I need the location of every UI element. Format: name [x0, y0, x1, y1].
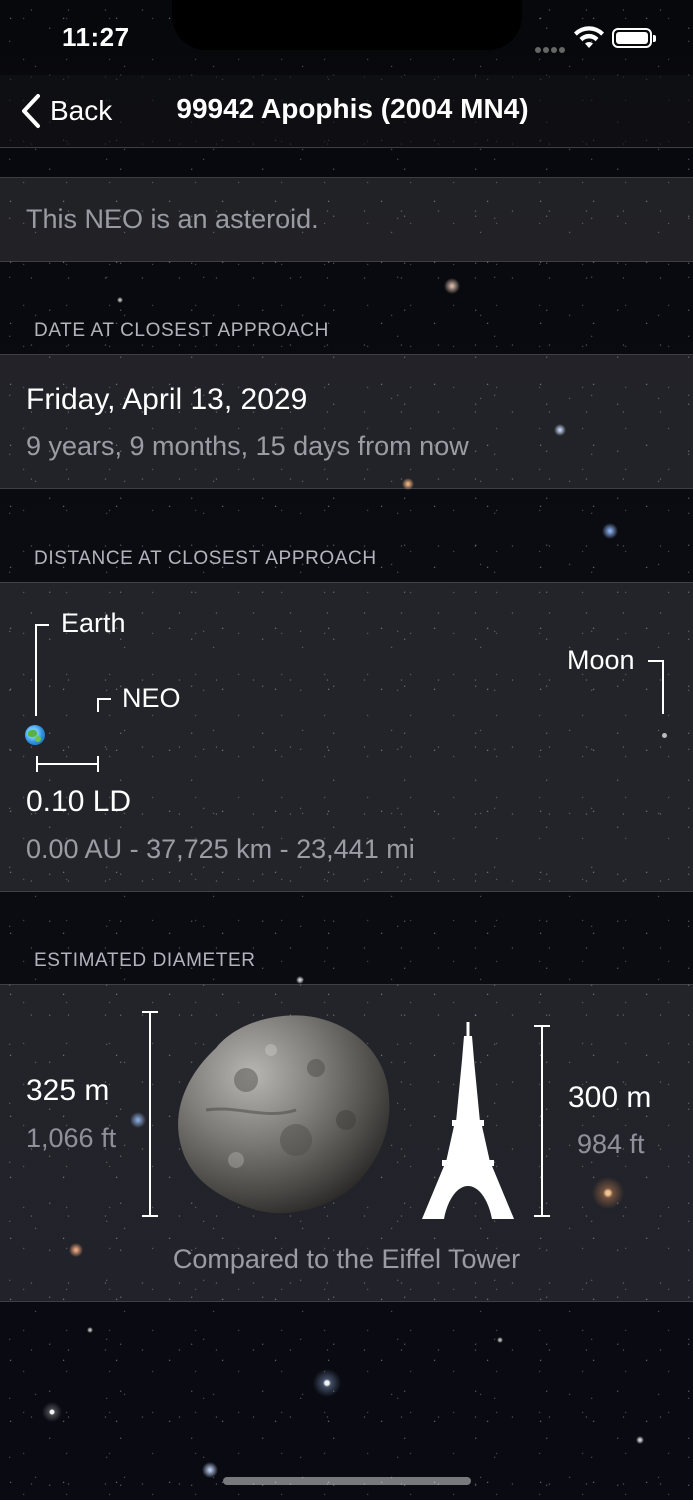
neo-marker-tick [97, 698, 111, 700]
tower-size-bar [541, 1025, 543, 1217]
distance-ld: 0.10 LD [26, 785, 132, 818]
distance-detail: 0.00 AU - 37,725 km - 23,441 mi [26, 834, 415, 864]
nav-divider [0, 147, 693, 148]
status-time: 11:27 [62, 22, 130, 52]
moon-icon [662, 733, 667, 738]
distance-scale-bar [36, 763, 98, 765]
approach-relative-time: 9 years, 9 months, 15 days from now [26, 431, 469, 461]
tower-height-feet: 984 ft [577, 1129, 645, 1159]
approach-date: Friday, April 13, 2029 [26, 383, 308, 416]
divider [0, 1301, 693, 1302]
page-title: 99942 Apophis (2004 MN4) [176, 93, 529, 124]
home-indicator[interactable] [223, 1477, 471, 1485]
neo-type-cell: This NEO is an asteroid. [0, 178, 693, 261]
date-cell: Friday, April 13, 2029 9 years, 9 months… [0, 355, 693, 488]
scale-bar-cap-left [36, 756, 38, 772]
wifi-icon [574, 26, 604, 48]
divider [0, 891, 693, 892]
status-bar: 11:27 [0, 0, 693, 75]
neo-size-bar [149, 1011, 151, 1217]
navigation-bar: Back 99942 Apophis (2004 MN4) [0, 75, 693, 147]
earth-icon [25, 725, 45, 745]
neo-marker-line [97, 698, 99, 712]
device-notch [172, 0, 522, 50]
divider [0, 488, 693, 489]
moon-marker-line [662, 660, 664, 714]
eiffel-tower-icon [422, 1022, 514, 1219]
moon-label: Moon [567, 645, 635, 675]
signal-dots-icon [535, 40, 567, 58]
comparison-caption: Compared to the Eiffel Tower [172, 1244, 521, 1274]
tower-size-bar-bottom [534, 1215, 550, 1217]
earth-label: Earth [61, 608, 126, 638]
scale-bar-cap-right [97, 756, 99, 772]
neo-diameter-meters: 325 m [26, 1074, 110, 1107]
neo-size-bar-top [142, 1011, 158, 1013]
section-header-date: DATE AT CLOSEST APPROACH [34, 320, 329, 341]
section-header-diameter: ESTIMATED DIAMETER [34, 950, 256, 971]
divider [0, 261, 693, 262]
neo-type-text: This NEO is an asteroid. [26, 204, 319, 234]
asteroid-image [178, 1015, 390, 1214]
neo-size-bar-bottom [142, 1215, 158, 1217]
tower-height-meters: 300 m [568, 1081, 652, 1114]
battery-icon [612, 28, 656, 48]
earth-marker-line [35, 624, 37, 716]
neo-diameter-feet: 1,066 ft [26, 1123, 117, 1153]
earth-marker-tick [35, 624, 49, 626]
section-header-distance: DISTANCE AT CLOSEST APPROACH [34, 548, 377, 569]
neo-label: NEO [122, 683, 181, 713]
tower-size-bar-top [534, 1025, 550, 1027]
